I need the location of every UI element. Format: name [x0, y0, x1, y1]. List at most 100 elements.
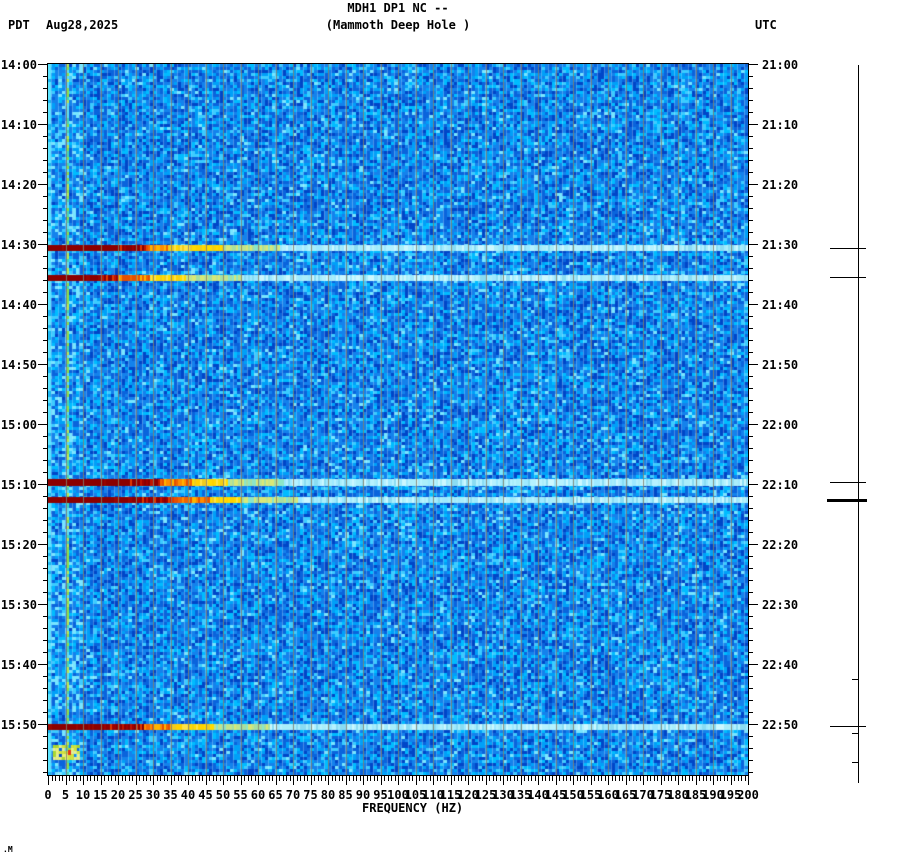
x-axis-tick — [160, 776, 161, 781]
x-axis-tick — [118, 776, 119, 785]
y-axis-label-left: 14:30 — [0, 238, 37, 252]
y-axis-tick-left — [43, 268, 48, 269]
x-axis-tick — [76, 776, 77, 781]
x-axis-tick — [198, 776, 200, 781]
y-axis-tick-right — [748, 724, 758, 725]
y-axis-tick-left — [43, 532, 48, 533]
y-axis-label-left: 14:40 — [0, 298, 37, 312]
x-axis-tick — [597, 776, 599, 781]
x-axis-tick — [205, 776, 207, 785]
y-axis-label-left: 15:40 — [0, 658, 37, 672]
y-axis-tick-left — [38, 64, 48, 65]
x-axis-tick — [328, 776, 329, 785]
y-axis-tick-right — [748, 316, 753, 317]
x-axis-tick — [531, 776, 532, 781]
y-axis-tick-left — [43, 232, 48, 233]
amplitude-event-mark — [852, 679, 859, 680]
y-axis-label-left: 14:10 — [0, 118, 37, 132]
y-axis-tick-left — [38, 664, 48, 665]
y-axis-tick-right — [748, 400, 753, 401]
x-axis-tick — [247, 776, 249, 781]
page-title: MDH1 DP1 NC -- — [347, 1, 449, 15]
y-axis-tick-right — [748, 688, 753, 689]
x-axis-tick — [156, 776, 158, 781]
x-axis-tick — [475, 776, 476, 781]
y-axis-tick-left — [38, 424, 48, 425]
y-axis-tick-right — [748, 160, 753, 161]
x-axis-tick — [566, 776, 567, 781]
x-axis-tick — [153, 776, 154, 785]
y-axis-tick-left — [43, 256, 48, 257]
x-axis-tick — [377, 776, 378, 781]
x-axis-tick — [716, 776, 718, 781]
y-axis-label-right: 22:10 — [762, 478, 799, 492]
x-axis-tick — [324, 776, 326, 781]
y-axis-tick-right — [748, 640, 753, 641]
y-axis-tick-right — [748, 460, 753, 461]
y-axis-tick-left — [43, 100, 48, 101]
y-axis-tick-left — [43, 772, 48, 773]
y-axis-label-left: 15:30 — [0, 598, 37, 612]
x-axis-tick — [370, 776, 371, 781]
x-axis-tick — [674, 776, 676, 781]
y-axis-label-right: 21:10 — [762, 118, 799, 132]
x-axis-tick — [90, 776, 91, 781]
x-axis-tick — [58, 776, 60, 781]
x-axis-tick — [338, 776, 340, 781]
y-axis-tick-right — [748, 352, 753, 353]
y-axis-tick-left — [43, 160, 48, 161]
y-axis-tick-left — [43, 196, 48, 197]
x-axis-tick — [720, 776, 721, 781]
x-axis-tick — [464, 776, 466, 781]
y-axis-tick-left — [43, 508, 48, 509]
y-axis-tick-left — [43, 700, 48, 701]
y-axis-tick-right — [748, 604, 758, 605]
amplitude-event-mark — [830, 248, 866, 249]
x-axis-tick — [555, 776, 557, 785]
x-axis-tick — [307, 776, 308, 781]
x-axis-tick — [226, 776, 228, 781]
y-axis-tick-left — [38, 304, 48, 305]
x-axis-tick — [639, 776, 641, 781]
y-axis-tick-right — [748, 280, 753, 281]
x-axis-tick — [611, 776, 613, 781]
y-axis-tick-right — [748, 388, 753, 389]
y-axis-tick-left — [43, 616, 48, 617]
y-axis-tick-right — [748, 580, 753, 581]
x-axis-tick — [93, 776, 95, 781]
x-axis-tick — [314, 776, 315, 781]
y-axis-tick-right — [748, 532, 753, 533]
x-axis-title: FREQUENCY (HZ) — [362, 801, 464, 815]
x-axis-tick — [331, 776, 333, 781]
x-axis-tick — [97, 776, 98, 781]
x-axis-tick — [275, 776, 277, 785]
y-axis-tick-left — [43, 352, 48, 353]
y-axis-tick-left — [43, 688, 48, 689]
x-axis-tick — [478, 776, 480, 781]
y-axis-tick-left — [43, 280, 48, 281]
x-axis-tick — [713, 776, 714, 785]
x-axis-tick — [482, 776, 483, 781]
x-axis-tick — [625, 776, 627, 785]
x-axis-tick — [296, 776, 298, 781]
y-axis-tick-right — [748, 376, 753, 377]
x-axis-tick — [569, 776, 571, 781]
x-axis-tick — [412, 776, 413, 781]
y-axis-tick-right — [748, 244, 758, 245]
x-axis-tick — [503, 776, 504, 785]
x-axis-tick — [601, 776, 602, 781]
x-axis-tick — [706, 776, 707, 781]
x-axis-tick — [72, 776, 74, 781]
x-axis-tick — [594, 776, 595, 781]
x-axis-tick — [373, 776, 375, 781]
y-axis-tick-left — [43, 292, 48, 293]
y-axis-tick-right — [748, 712, 753, 713]
x-axis-tick — [440, 776, 441, 781]
x-axis-tick — [506, 776, 508, 781]
x-axis-tick — [142, 776, 144, 781]
x-axis-tick — [524, 776, 525, 781]
x-axis-tick — [618, 776, 620, 781]
amplitude-event-mark — [852, 733, 859, 734]
y-axis-label-left: 15:20 — [0, 538, 37, 552]
x-axis-tick — [457, 776, 459, 781]
